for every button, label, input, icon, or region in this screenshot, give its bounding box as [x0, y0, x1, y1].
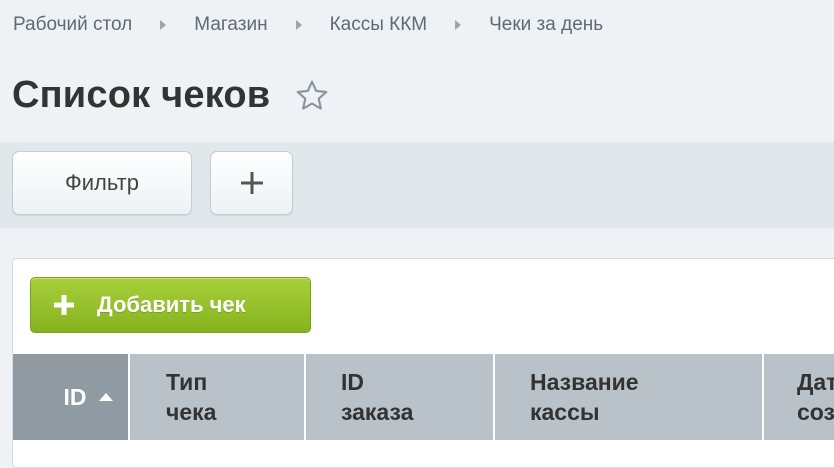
chevron-right-icon — [295, 20, 302, 30]
add-filter-button[interactable] — [210, 151, 293, 215]
breadcrumb-item-shop[interactable]: Магазин — [194, 14, 267, 36]
column-header-label: чека — [166, 399, 217, 425]
breadcrumb-item-daily-receipts[interactable]: Чеки за день — [489, 14, 603, 36]
column-header-label: кассы — [530, 399, 600, 425]
column-header-receipt-type[interactable]: Тип чека — [130, 354, 306, 440]
breadcrumb-item-cash-registers[interactable]: Кассы ККМ — [330, 14, 428, 36]
column-header-created-date[interactable]: Дат соз — [764, 354, 834, 440]
column-header-id[interactable]: ID — [13, 354, 130, 440]
add-receipt-button-label: Добавить чек — [97, 292, 246, 317]
title-row: Список чеков — [12, 74, 330, 117]
plus-icon — [54, 295, 74, 315]
table-header: ID Тип чека ID заказа Название кассы Дат… — [13, 354, 834, 440]
page-title: Список чеков — [12, 74, 271, 116]
toolbar: Фильтр — [0, 142, 834, 228]
star-icon[interactable] — [294, 78, 330, 114]
column-header-label: ID — [341, 369, 364, 395]
breadcrumb: Рабочий стол Магазин Кассы ККМ Чеки за д… — [13, 12, 603, 38]
column-header-label: соз — [797, 399, 834, 425]
column-header-order-id[interactable]: ID заказа — [306, 354, 495, 440]
plus-icon — [240, 172, 263, 194]
filter-button[interactable]: Фильтр — [12, 151, 192, 215]
breadcrumb-item-desktop[interactable]: Рабочий стол — [13, 14, 132, 36]
filter-button-label: Фильтр — [65, 170, 139, 195]
add-receipt-button[interactable]: Добавить чек — [30, 277, 311, 333]
column-header-label: Тип — [166, 369, 208, 395]
column-header-label: ID — [63, 384, 87, 410]
chevron-right-icon — [160, 20, 167, 30]
column-header-label: Название — [530, 369, 639, 395]
sort-ascending-icon — [98, 393, 113, 401]
chevron-right-icon — [455, 20, 462, 30]
column-header-label: Дат — [797, 369, 834, 395]
receipts-grid: Добавить чек ID Тип чека ID заказа Назва… — [12, 258, 834, 468]
column-header-register-name[interactable]: Название кассы — [495, 354, 764, 440]
column-header-label: заказа — [341, 399, 414, 425]
